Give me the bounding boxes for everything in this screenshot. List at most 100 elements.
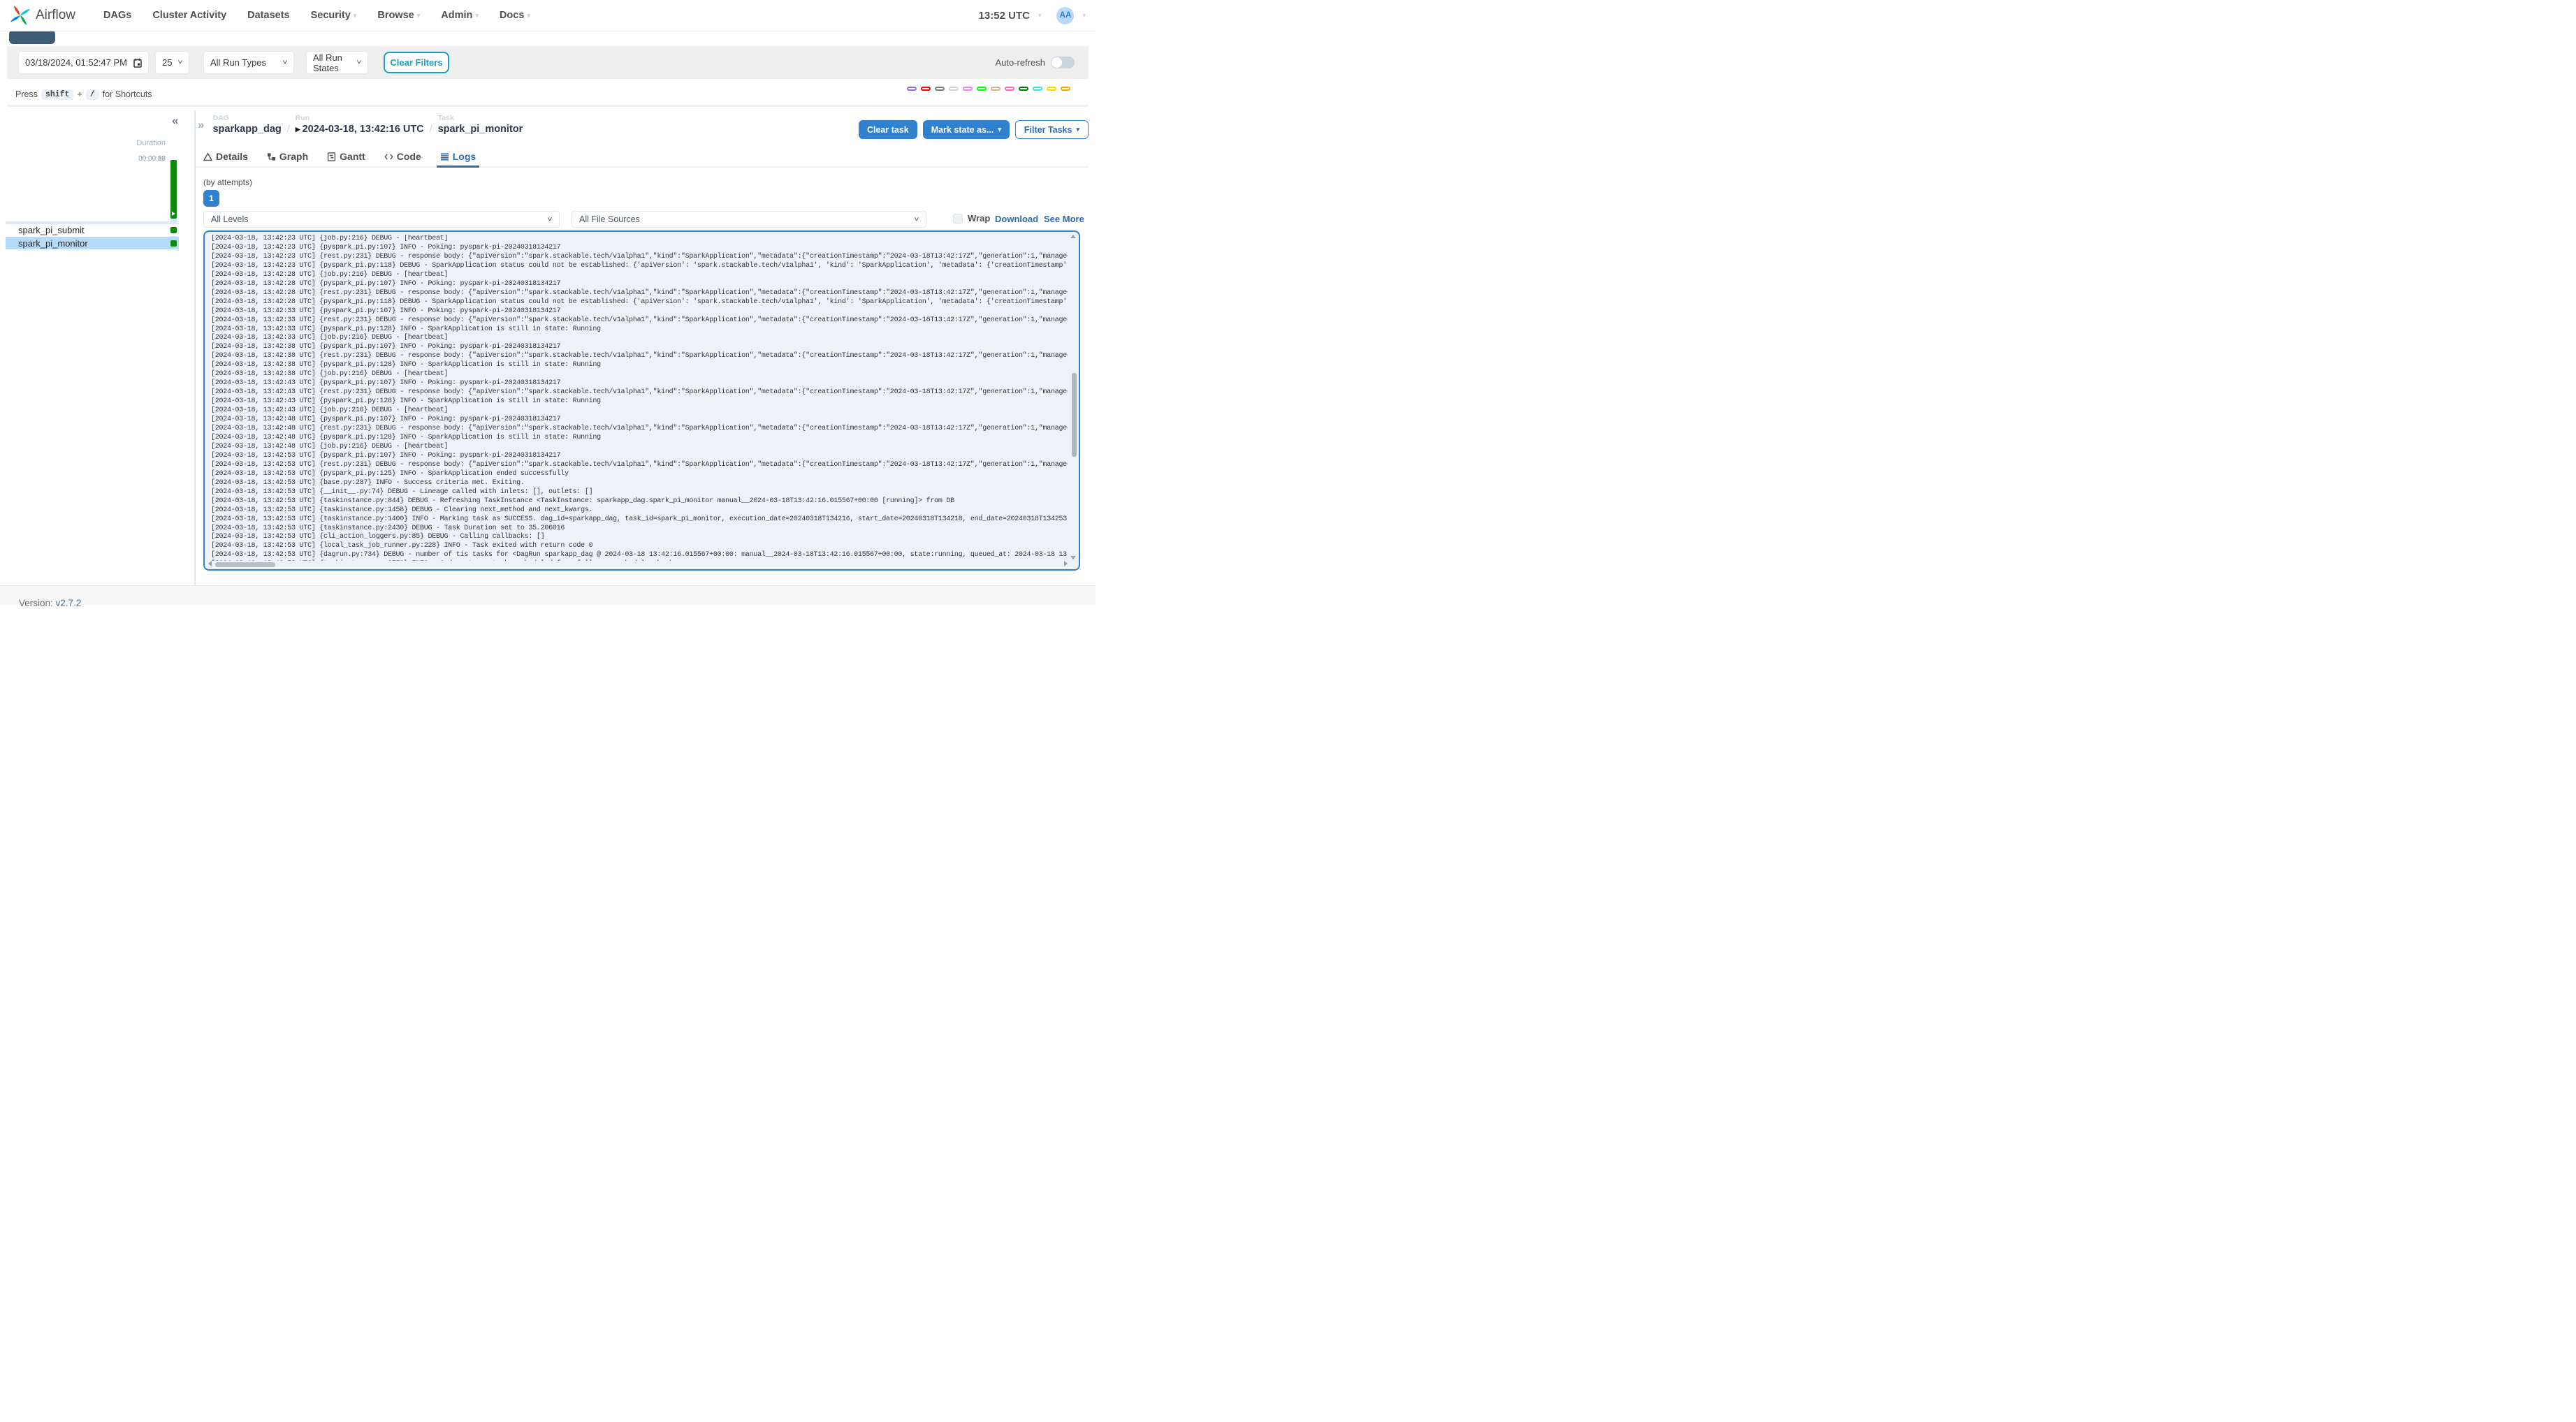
status-badge	[921, 87, 931, 91]
run-filter-bar: 03/18/2024, 01:52:47 PM 25 ˅ All Run Typ…	[7, 46, 1089, 79]
chevron-down-icon: ▾	[998, 126, 1001, 133]
mark-state-as-button[interactable]: Mark state as... ▾	[922, 120, 1010, 139]
status-badge	[963, 87, 973, 91]
log-line: [2024-03-18, 13:42:28 UTC] {rest.py:231}…	[211, 288, 1068, 297]
duration-axis-ticks: 00:00:37 00:00:18 00:00:00	[0, 155, 166, 225]
nav-item[interactable]: Cluster Activity	[152, 10, 226, 21]
task-row[interactable]: spark_pi_monitor	[6, 237, 179, 249]
breadcrumb-task: Task spark_pi_monitor	[438, 114, 523, 135]
chevron-down-icon: ˅	[356, 59, 362, 66]
horizontal-scrollbar-thumb[interactable]	[215, 562, 275, 567]
tab-label: Details	[216, 151, 248, 162]
nav-item[interactable]: Browse ▾	[377, 10, 420, 21]
logs-icon	[440, 152, 449, 161]
clear-filters-button[interactable]: Clear Filters	[384, 52, 449, 73]
duration-tick-label: 00:00:00	[138, 155, 166, 163]
dag-run-duration-bar[interactable]	[170, 160, 177, 219]
chevron-down-icon: ▾	[416, 11, 421, 19]
base-date-input[interactable]: 03/18/2024, 01:52:47 PM	[19, 52, 148, 73]
by-attempts-label: (by attempts)	[203, 177, 253, 187]
nav-item[interactable]: Datasets	[247, 10, 289, 21]
grid-scroll-pill	[9, 30, 55, 44]
log-line: [2024-03-18, 13:42:53 UTC] {dagrun.py:73…	[211, 551, 1068, 559]
see-more-link[interactable]: See More	[1044, 214, 1084, 224]
task-link[interactable]: spark_pi_monitor	[438, 124, 523, 135]
log-line: [2024-03-18, 13:42:53 UTC] {taskinstance…	[211, 506, 593, 514]
auto-refresh-label: Auto-refresh	[995, 57, 1045, 68]
filter-tasks-button[interactable]: Filter Tasks ▾	[1014, 120, 1089, 139]
brand-name: Airflow	[36, 8, 76, 22]
shortcuts-prefix: Press	[15, 89, 38, 99]
collapse-sidebar-button[interactable]: «	[172, 114, 178, 128]
log-line: [2024-03-18, 13:42:53 UTC] {taskinstance…	[211, 524, 565, 532]
task-label: Task	[437, 114, 454, 122]
tab[interactable]: Gantt	[327, 147, 365, 166]
breadcrumb-run: Run ▶ 2024-03-18, 13:42:16 UTC	[296, 114, 424, 135]
log-line: [2024-03-18, 13:42:33 UTC] {pyspark_pi.p…	[211, 325, 601, 333]
log-level-select[interactable]: All Levels ˅	[203, 211, 560, 228]
log-line: [2024-03-18, 13:42:53 UTC] {taskinstance…	[211, 497, 954, 505]
log-line: [2024-03-18, 13:42:28 UTC] {pyspark_pi.p…	[211, 298, 1068, 306]
breadcrumb-separator: /	[429, 123, 432, 134]
chevron-down-icon: ˅	[282, 59, 288, 66]
log-line: [2024-03-18, 13:42:33 UTC] {job.py:216} …	[211, 334, 449, 342]
run-link[interactable]: ▶ 2024-03-18, 13:42:16 UTC	[296, 124, 424, 135]
details-icon	[203, 152, 212, 161]
scroll-left-arrow-icon[interactable]	[208, 561, 212, 566]
play-icon: ▶	[295, 125, 300, 133]
nav-item[interactable]: Security ▾	[311, 10, 357, 21]
breadcrumb-separator: /	[286, 123, 290, 134]
status-badge	[1005, 87, 1014, 91]
task-list: spark_pi_submit spark_pi_monitor	[6, 224, 179, 250]
task-status-square[interactable]	[170, 240, 177, 247]
breadcrumb: » DAG sparkapp_dag / Run ▶ 2024-03-18, 13…	[198, 114, 523, 135]
download-log-link[interactable]: Download	[995, 214, 1038, 224]
task-status-square[interactable]	[170, 227, 177, 233]
chevron-down-icon: ▾	[475, 11, 479, 19]
log-line: [2024-03-18, 13:42:48 UTC] {pyspark_pi.p…	[211, 433, 601, 441]
run-states-select[interactable]: All Run States ˅	[307, 52, 368, 73]
airflow-logo-brand[interactable]: Airflow	[10, 5, 75, 26]
version-link[interactable]: v2.7.2	[56, 598, 82, 608]
tab[interactable]: Code	[384, 147, 421, 166]
chevron-down-icon: ˅	[914, 215, 919, 223]
nav-item[interactable]: DAGs	[103, 10, 131, 21]
tab[interactable]: Logs	[436, 147, 480, 168]
avatar[interactable]: AA	[1056, 6, 1075, 24]
attempt-1-button[interactable]: 1	[203, 190, 219, 207]
manual-run-triangle-icon	[172, 212, 175, 216]
log-line: [2024-03-18, 13:42:38 UTC] {job.py:216} …	[211, 370, 449, 379]
log-line: [2024-03-18, 13:42:28 UTC] {pyspark_pi.p…	[211, 279, 561, 288]
nav-item[interactable]: Admin ▾	[441, 10, 479, 21]
page-size-select[interactable]: 25 ˅	[156, 52, 189, 73]
run-types-select[interactable]: All Run Types ˅	[204, 52, 293, 73]
vertical-scrollbar-thumb[interactable]	[1072, 373, 1077, 457]
tab[interactable]: Graph	[267, 147, 308, 166]
file-source-select[interactable]: All File Sources ˅	[572, 211, 926, 228]
status-badge	[1075, 87, 1080, 91]
scroll-right-arrow-icon[interactable]	[1064, 561, 1068, 566]
utc-clock[interactable]: 13:52 UTC	[979, 10, 1030, 22]
tab[interactable]: Details	[203, 147, 248, 166]
log-line: [2024-03-18, 13:42:23 UTC] {pyspark_pi.p…	[211, 261, 1068, 270]
auto-refresh-toggle[interactable]	[1051, 57, 1075, 68]
run-states-value: All Run States	[313, 52, 342, 73]
clear-task-button[interactable]: Clear task	[858, 120, 917, 139]
chevron-down-icon: ▾	[353, 11, 357, 19]
wrap-checkbox[interactable]	[953, 213, 963, 223]
task-row[interactable]: spark_pi_submit	[6, 224, 179, 236]
main-nav: DAGs Cluster Activity Datasets Security ▾ Bro…	[103, 10, 530, 21]
dag-link[interactable]: sparkapp_dag	[212, 124, 281, 135]
scroll-down-arrow-icon[interactable]	[1070, 556, 1076, 559]
log-line: [2024-03-18, 13:42:53 UTC] {pyspark_pi.p…	[211, 451, 561, 460]
toggle-knob	[1051, 57, 1062, 68]
status-badge	[949, 87, 959, 91]
task-name: spark_pi_submit	[18, 225, 85, 235]
log-line: [2024-03-18, 13:42:53 UTC] {cli_action_l…	[211, 533, 545, 541]
log-line: [2024-03-18, 13:42:38 UTC] {pyspark_pi.p…	[211, 343, 561, 351]
nav-item[interactable]: Docs ▾	[500, 10, 530, 21]
chevron-down-icon: ▾	[527, 11, 530, 19]
task-log-viewer[interactable]: [2024-03-18, 13:42:23 UTC] {job.py:216} …	[203, 230, 1080, 571]
scroll-up-arrow-icon[interactable]	[1070, 235, 1076, 238]
expand-panel-icon[interactable]: »	[198, 118, 204, 132]
